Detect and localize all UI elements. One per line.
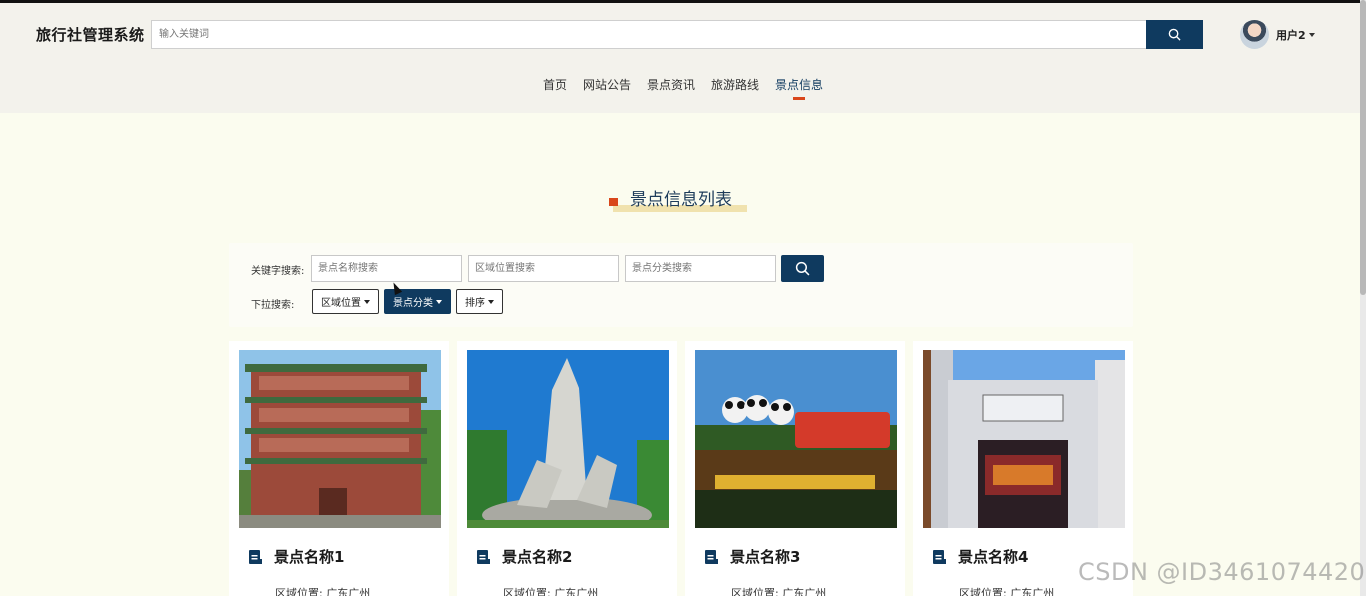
attraction-region: 区域位置: 广东广州 [731, 587, 827, 596]
attraction-name[interactable]: 景点名称4 [958, 546, 1028, 567]
page-title: 景点信息列表 [630, 190, 732, 210]
user-menu-name[interactable]: 用户2 [1276, 27, 1306, 43]
nav-item-announcements[interactable]: 网站公告 [575, 76, 639, 93]
attraction-card[interactable]: 景点名称3 区域位置: 广东广州 [685, 341, 905, 596]
nav-item-routes[interactable]: 旅游路线 [703, 76, 767, 93]
region-dropdown[interactable]: 区域位置 [312, 289, 379, 314]
nav-item-label: 景点信息 [775, 78, 824, 92]
active-indicator [793, 97, 806, 100]
keyword-search-label: 关键字搜索: [251, 266, 305, 277]
document-icon [705, 550, 718, 564]
name-search-input[interactable] [311, 255, 462, 282]
nav-item-home[interactable]: 首页 [535, 76, 575, 93]
attraction-name[interactable]: 景点名称2 [502, 546, 572, 567]
region-search-input[interactable] [468, 255, 619, 282]
global-search-button[interactable] [1146, 20, 1203, 49]
chevron-down-icon [364, 299, 370, 304]
search-icon [795, 261, 810, 276]
document-icon [933, 550, 946, 564]
global-search-input[interactable] [151, 20, 1147, 49]
document-icon [477, 550, 490, 564]
chevron-down-icon [488, 299, 494, 304]
region-dropdown-label: 区域位置 [321, 298, 361, 309]
avatar[interactable] [1240, 20, 1269, 49]
category-search-input[interactable] [625, 255, 776, 282]
attraction-card[interactable]: 景点名称2 区域位置: 广东广州 [457, 341, 677, 596]
nav-item-attractions[interactable]: 景点信息 [767, 76, 831, 100]
scrollbar-thumb[interactable] [1360, 0, 1366, 295]
attraction-image[interactable] [695, 350, 897, 528]
top-bar: 旅行社管理系统 用户2 首页 网站公告 景点资讯 旅游路线 景点信息 [0, 0, 1366, 113]
attraction-card[interactable]: 景点名称1 区域位置: 广东广州 [229, 341, 449, 596]
main-nav: 首页 网站公告 景点资讯 旅游路线 景点信息 [0, 76, 1366, 100]
search-icon [1168, 28, 1181, 41]
attraction-name[interactable]: 景点名称1 [274, 546, 344, 567]
watermark: CSDN @ID3461074420 [1078, 558, 1366, 586]
filter-search-button[interactable] [781, 255, 824, 282]
scrollbar[interactable] [1360, 0, 1366, 596]
attraction-region: 区域位置: 广东广州 [503, 587, 599, 596]
attraction-name[interactable]: 景点名称3 [730, 546, 800, 567]
attraction-region: 区域位置: 广东广州 [959, 587, 1055, 596]
attraction-image[interactable] [467, 350, 669, 528]
title-decoration-square [609, 198, 618, 206]
nav-item-news[interactable]: 景点资讯 [639, 76, 703, 93]
sort-dropdown-label: 排序 [465, 298, 485, 309]
chevron-down-icon[interactable] [1309, 33, 1315, 37]
sort-dropdown[interactable]: 排序 [456, 289, 503, 314]
category-dropdown-label: 景点分类 [393, 298, 433, 309]
brand-title: 旅行社管理系统 [36, 26, 145, 44]
attraction-region: 区域位置: 广东广州 [275, 587, 371, 596]
attraction-image[interactable] [239, 350, 441, 528]
attraction-image[interactable] [923, 350, 1125, 528]
chevron-down-icon [436, 299, 442, 304]
document-icon [249, 550, 262, 564]
dropdown-search-label: 下拉搜索: [251, 300, 295, 311]
